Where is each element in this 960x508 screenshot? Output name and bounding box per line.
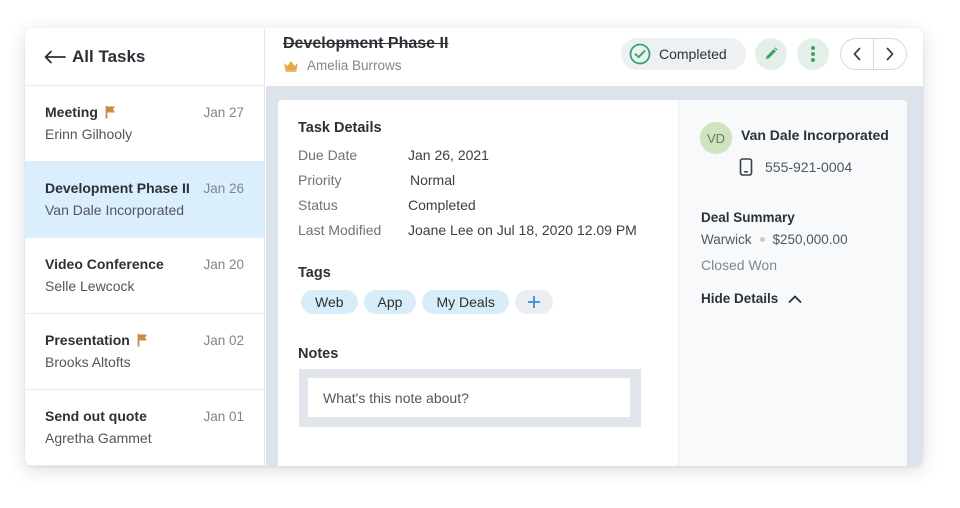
check-circle-icon — [629, 43, 651, 65]
add-tag-button[interactable] — [514, 290, 553, 314]
detail-row-last-modified: Last Modified Joane Lee on Jul 18, 2020 … — [298, 222, 637, 238]
next-task-button[interactable] — [873, 39, 906, 69]
phone-icon — [739, 158, 753, 176]
flag-icon — [137, 333, 149, 347]
chevron-left-icon — [852, 47, 862, 61]
separator-dot — [759, 237, 765, 242]
chevron-up-icon — [788, 294, 802, 304]
tag-app[interactable]: App — [363, 290, 417, 314]
task-detail-panel: Task Details Due Date Jan 26, 2021 Prior… — [278, 100, 907, 466]
task-content-area: Task Details Due Date Jan 26, 2021 Prior… — [266, 86, 923, 466]
deal-location: Warwick — [701, 232, 752, 247]
edit-button[interactable] — [755, 38, 787, 70]
status-label: Completed — [659, 46, 727, 62]
task-card: All Tasks Meeting Erinn Gilhooly Jan 27 … — [25, 28, 923, 466]
tag-web[interactable]: Web — [301, 290, 358, 314]
task-item-name: Presentation — [45, 332, 130, 348]
avatar: VD — [700, 122, 732, 154]
task-item-meeting[interactable]: Meeting Erinn Gilhooly Jan 27 — [25, 86, 264, 162]
task-item-date: Jan 20 — [203, 257, 244, 272]
task-item-contact: Van Dale Incorporated — [45, 202, 185, 218]
detail-row-status: Status Completed — [298, 197, 476, 213]
task-owner: Amelia Burrows — [283, 58, 402, 73]
crown-icon — [283, 60, 299, 72]
phone-number-text: 555-921-0004 — [765, 159, 853, 175]
task-item-name: Meeting — [45, 104, 98, 120]
note-input[interactable] — [308, 378, 630, 417]
detail-row-due-date: Due Date Jan 26, 2021 — [298, 147, 489, 163]
flag-icon — [105, 105, 117, 119]
task-item-contact: Brooks Altofts — [45, 354, 131, 370]
deal-amount: $250,000.00 — [772, 232, 848, 247]
task-item-contact: Agretha Gammet — [45, 430, 152, 446]
phone-number[interactable]: 555-921-0004 — [739, 158, 852, 176]
task-item-date: Jan 02 — [203, 333, 244, 348]
tag-my-deals[interactable]: My Deals — [422, 290, 509, 314]
tag-list: Web App My Deals — [301, 290, 553, 314]
task-item-name: Development Phase II — [45, 180, 190, 196]
task-header: Development Phase II Amelia Burrows Comp… — [266, 28, 923, 86]
task-item-name: Send out quote — [45, 408, 147, 424]
task-item-contact: Selle Lewcock — [45, 278, 135, 294]
task-item-date: Jan 26 — [203, 181, 244, 196]
deal-location-amount: Warwick $250,000.00 — [701, 232, 848, 247]
task-item-video-conference[interactable]: Video Conference Selle Lewcock Jan 20 — [25, 238, 264, 314]
status-toggle-button[interactable]: Completed — [621, 38, 746, 70]
deal-stage: Closed Won — [701, 257, 778, 273]
contact-sidebar: VD Van Dale Incorporated 555-921-0004 De… — [678, 100, 907, 466]
task-item-contact: Erinn Gilhooly — [45, 126, 133, 142]
deal-summary-heading: Deal Summary — [701, 210, 795, 225]
task-title: Development Phase II — [283, 35, 449, 52]
task-list-pane: All Tasks Meeting Erinn Gilhooly Jan 27 … — [25, 28, 265, 466]
task-item-date: Jan 01 — [203, 409, 244, 424]
task-item-development-phase-ii[interactable]: Development Phase II Van Dale Incorporat… — [25, 162, 264, 238]
hide-details-label: Hide Details — [701, 291, 779, 306]
tags-heading: Tags — [298, 265, 331, 281]
task-item-name: Video Conference — [45, 256, 164, 272]
task-item-send-out-quote[interactable]: Send out quote Agretha Gammet Jan 01 — [25, 390, 264, 466]
all-tasks-title: All Tasks — [72, 46, 146, 66]
task-item-presentation[interactable]: Presentation Brooks Altofts Jan 02 — [25, 314, 264, 390]
back-arrow-icon — [43, 50, 67, 64]
task-item-date: Jan 27 — [203, 105, 244, 120]
notes-heading: Notes — [298, 346, 339, 362]
more-vertical-icon — [810, 45, 816, 63]
notes-container — [299, 369, 641, 427]
pencil-icon — [763, 46, 779, 62]
chevron-right-icon — [885, 47, 895, 61]
all-tasks-back-button[interactable]: All Tasks — [25, 28, 264, 86]
company-name[interactable]: Van Dale Incorporated — [741, 127, 889, 143]
task-details-heading: Task Details — [298, 120, 382, 136]
detail-row-priority: Priority Normal — [298, 172, 456, 188]
more-options-button[interactable] — [797, 38, 829, 70]
plus-icon — [527, 296, 540, 308]
previous-task-button[interactable] — [841, 39, 873, 69]
task-navigation — [840, 38, 907, 70]
hide-details-button[interactable]: Hide Details — [701, 291, 802, 306]
task-owner-name: Amelia Burrows — [307, 58, 402, 73]
